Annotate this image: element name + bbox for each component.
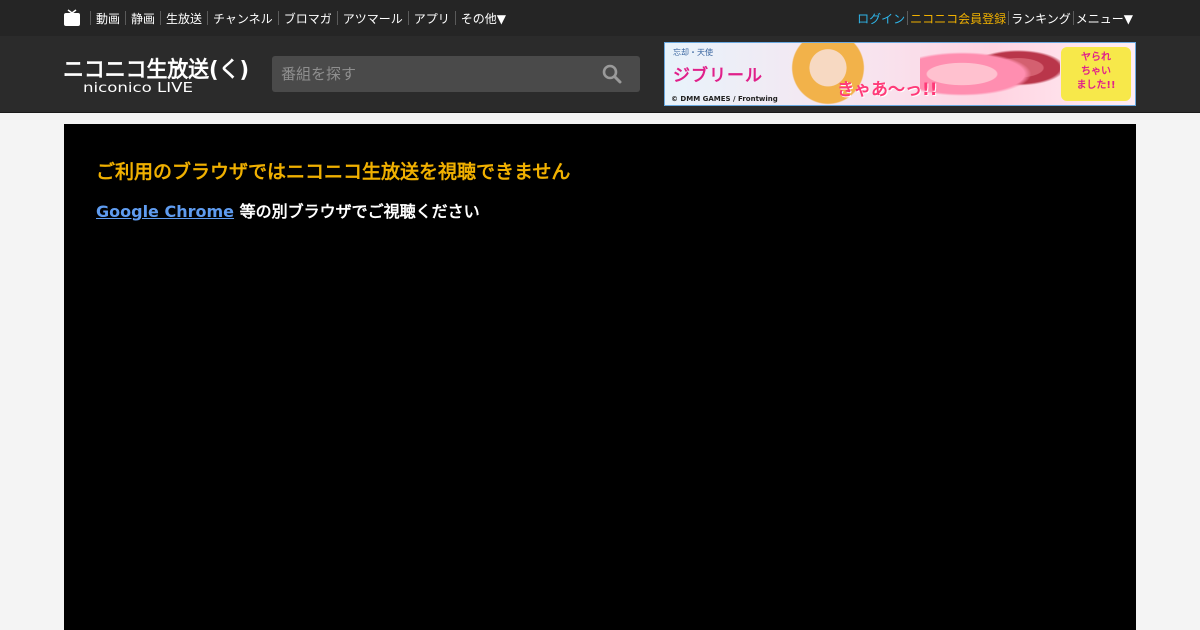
browser-suggestion-text: 等の別ブラウザでご視聴ください	[234, 202, 480, 221]
banner-subtitle: 忘却・天使	[673, 48, 713, 57]
banner-character-art	[920, 43, 1060, 105]
ad-banner[interactable]: 忘却・天使 ジブリール きゃあ〜っ!! ヤられ ちゃい ました!! © DMM …	[664, 42, 1136, 106]
banner-title: ジブリール	[673, 66, 763, 86]
nav-divider	[1008, 11, 1010, 25]
player-area: ご利用のブラウザではニコニコ生放送を視聴できません Google Chrome …	[64, 124, 1136, 630]
google-chrome-link[interactable]: Google Chrome	[96, 202, 234, 221]
login-link[interactable]: ログイン	[857, 10, 905, 27]
banner-shout: きゃあ〜っ!!	[837, 80, 938, 100]
site-header: ニコニコ生放送(く) niconico LIVE 忘却・天使 ジブリール きゃあ…	[0, 36, 1200, 113]
niconico-live-logo[interactable]: ニコニコ生放送(く) niconico LIVE	[63, 54, 249, 94]
nav-divider	[207, 11, 209, 25]
ranking-link[interactable]: ランキング	[1011, 10, 1071, 27]
nav-channel[interactable]: チャンネル	[213, 10, 273, 27]
nav-more-dropdown[interactable]: その他▼	[461, 10, 506, 27]
nav-app[interactable]: アプリ	[414, 10, 450, 27]
nav-divider	[90, 11, 91, 25]
nav-live[interactable]: 生放送	[166, 10, 202, 27]
register-link[interactable]: ニコニコ会員登録	[910, 10, 1006, 27]
menu-dropdown[interactable]: メニュー▼	[1076, 10, 1133, 27]
search-input[interactable]	[272, 56, 601, 92]
banner-credit: © DMM GAMES / Frontwing	[671, 95, 778, 103]
service-nav: 動画 静画 生放送 チャンネル ブロマガ アツマール アプリ その他▼	[63, 0, 506, 36]
global-nav-bar: 動画 静画 生放送 チャンネル ブロマガ アツマール アプリ その他▼ ログイン…	[0, 0, 1200, 36]
browser-suggestion: Google Chrome 等の別ブラウザでご視聴ください	[96, 198, 480, 222]
nav-divider	[125, 11, 127, 25]
search-icon[interactable]	[602, 64, 622, 84]
nav-divider	[1072, 11, 1074, 25]
nav-divider	[160, 11, 162, 25]
nav-divider	[907, 11, 909, 25]
account-nav: ログイン ニコニコ会員登録 ランキング メニュー▼	[857, 0, 1133, 36]
nav-atsumaru[interactable]: アツマール	[343, 10, 403, 27]
logo-wordmark: ニコニコ生放送(く)	[63, 57, 249, 83]
nav-blomaga[interactable]: ブロマガ	[284, 10, 332, 27]
nav-divider	[454, 11, 456, 25]
nav-seiga[interactable]: 静画	[131, 10, 155, 27]
logo-subtext: niconico LIVE	[83, 81, 193, 94]
unsupported-browser-title: ご利用のブラウザではニコニコ生放送を視聴できません	[96, 161, 571, 183]
banner-badge: ヤられ ちゃい ました!!	[1061, 47, 1131, 101]
nav-video[interactable]: 動画	[96, 10, 120, 27]
program-search	[272, 56, 640, 92]
niconico-tv-icon[interactable]	[63, 9, 81, 27]
nav-divider	[336, 11, 338, 25]
nav-divider	[277, 11, 279, 25]
nav-divider	[407, 11, 409, 25]
